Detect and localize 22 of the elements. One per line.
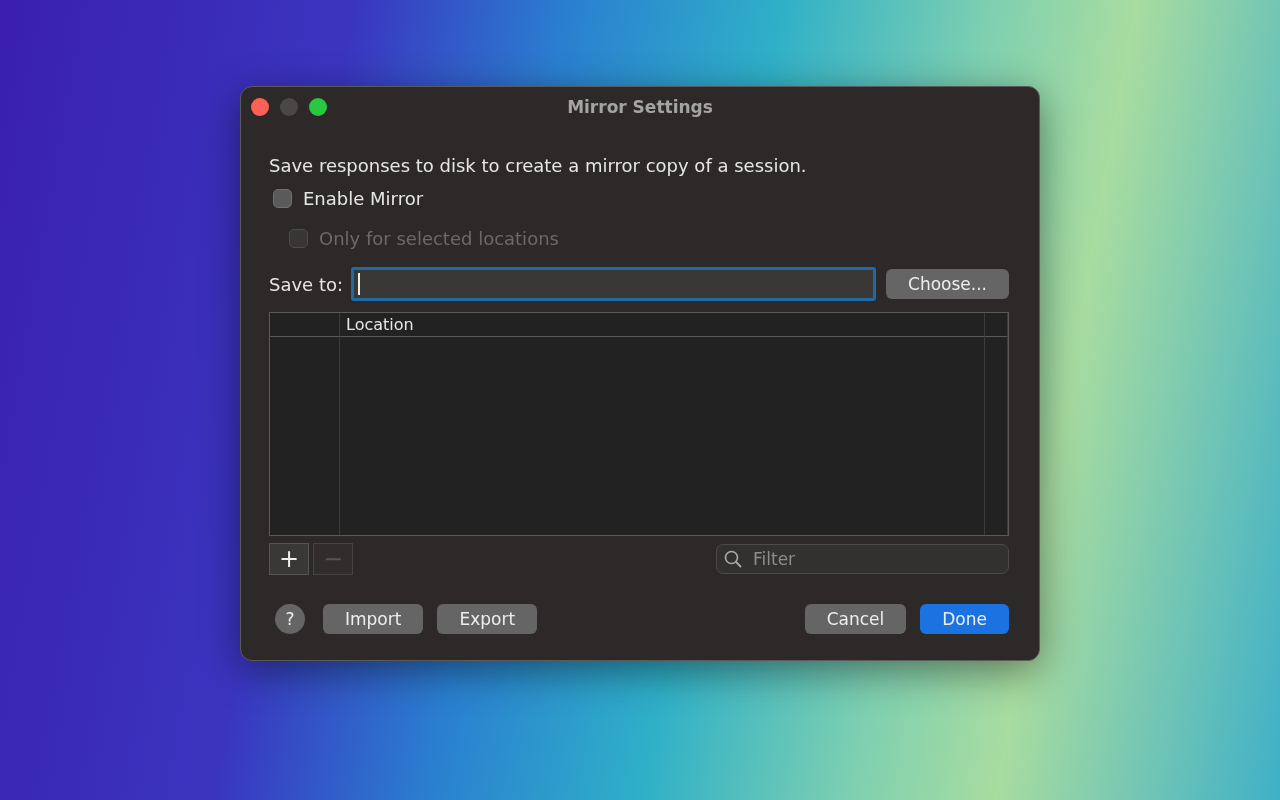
checkbox-label: Only for selected locations bbox=[319, 228, 559, 249]
window-title: Mirror Settings bbox=[567, 97, 713, 117]
close-button[interactable] bbox=[251, 98, 269, 116]
search-icon bbox=[724, 550, 742, 568]
choose-button[interactable]: Choose... bbox=[886, 269, 1009, 299]
footer-button[interactable]: Import bbox=[323, 604, 424, 634]
column-header[interactable] bbox=[270, 313, 340, 337]
checkbox[interactable] bbox=[273, 189, 292, 208]
footer-button[interactable]: Done bbox=[920, 604, 1009, 634]
footer-button[interactable]: Export bbox=[437, 604, 538, 634]
column-header[interactable] bbox=[985, 313, 1008, 337]
checkbox-label: Enable Mirror bbox=[303, 188, 424, 209]
footer-button[interactable]: Cancel bbox=[804, 604, 907, 634]
column-header[interactable]: Location bbox=[346, 315, 414, 334]
path-field[interactable] bbox=[351, 267, 876, 301]
minimize-button[interactable] bbox=[280, 98, 298, 116]
filter-field[interactable]: Filter bbox=[716, 544, 1009, 574]
add-button[interactable]: + bbox=[269, 543, 309, 575]
description-text: Save responses to disk to create a mirror copy of a session. bbox=[269, 155, 808, 176]
save-to-label: Save to: bbox=[269, 273, 344, 295]
zoom-button[interactable] bbox=[309, 98, 327, 116]
help-button[interactable]: ? bbox=[275, 604, 305, 634]
